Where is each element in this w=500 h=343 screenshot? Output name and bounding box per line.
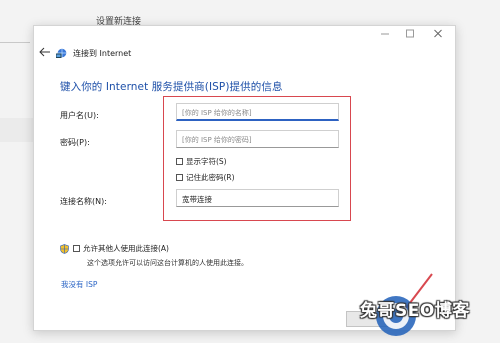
- back-arrow-icon[interactable]: [39, 47, 51, 57]
- connection-name-label: 连接名称(N):: [60, 197, 107, 206]
- allow-others-checkbox[interactable]: 允许其他人使用此连接(A): [60, 243, 169, 254]
- uac-shield-icon: [60, 243, 69, 254]
- maximize-icon[interactable]: [404, 29, 416, 39]
- dialog-titlebar: 连接到 Internet: [34, 26, 455, 58]
- background-divider: [0, 42, 30, 43]
- watermark-text: 兔哥SEO博客: [360, 301, 470, 321]
- dialog-title: 连接到 Internet: [73, 49, 132, 58]
- checkbox-box[interactable]: [73, 245, 80, 252]
- allow-others-label: 允许其他人使用此连接(A): [83, 244, 169, 253]
- background-list-row: [0, 118, 34, 142]
- highlight-box: [163, 96, 351, 221]
- allow-others-note: 这个选项允许可以访问这台计算机的人使用此连接。: [87, 259, 248, 267]
- close-icon[interactable]: [432, 29, 444, 39]
- minimize-icon[interactable]: [379, 29, 391, 39]
- watermark: 兔哥SEO博客: [358, 290, 500, 340]
- no-isp-link[interactable]: 我没有 ISP: [61, 279, 97, 290]
- connect-to-internet-dialog: 连接到 Internet 键入你的 Internet 服务提供商(ISP)提供的…: [33, 25, 456, 331]
- network-globe-icon: [56, 48, 67, 58]
- instructions-heading: 键入你的 Internet 服务提供商(ISP)提供的信息: [60, 81, 283, 93]
- password-label: 密码(P):: [60, 138, 90, 147]
- username-label: 用户名(U):: [60, 111, 99, 120]
